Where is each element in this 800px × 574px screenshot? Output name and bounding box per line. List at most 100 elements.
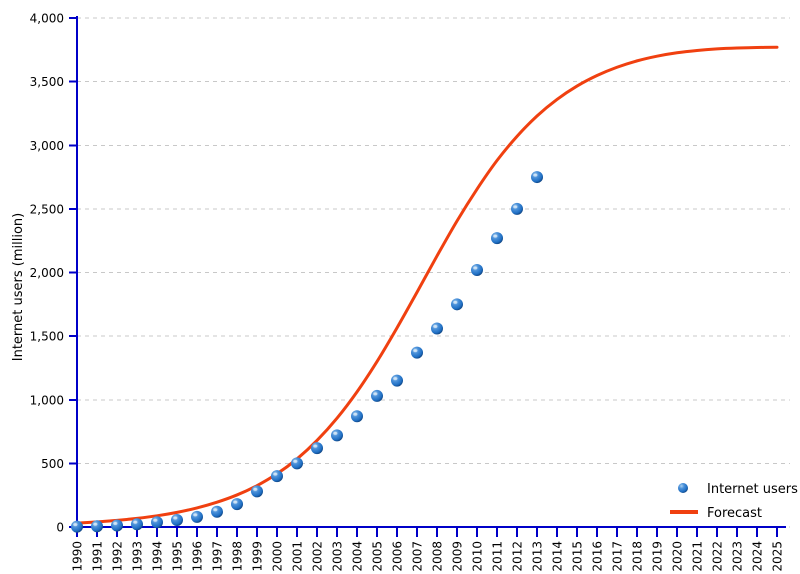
x-axis-ticks xyxy=(76,527,778,537)
data-point-highlight xyxy=(273,472,278,476)
data-point-highlight xyxy=(73,523,78,527)
x-tick-label: 2021 xyxy=(691,541,705,572)
data-point-highlight xyxy=(173,516,178,520)
x-tick-label: 2013 xyxy=(531,541,545,572)
data-point-marker xyxy=(491,232,503,245)
y-tick-label: 500 xyxy=(41,457,64,471)
x-tick-label: 2000 xyxy=(271,541,285,572)
x-tick-label: 2014 xyxy=(551,541,565,572)
data-point-marker xyxy=(311,442,323,455)
data-point-marker xyxy=(111,519,123,532)
data-point-highlight xyxy=(293,459,298,463)
x-tick-label: 2010 xyxy=(471,541,485,572)
x-tick-label: 2004 xyxy=(351,541,365,572)
gridlines xyxy=(77,17,790,528)
data-point-marker xyxy=(431,322,443,335)
x-tick-label: 1996 xyxy=(191,541,205,572)
legend-label-internet-users: Internet users xyxy=(707,482,798,497)
data-point-highlight xyxy=(513,205,518,209)
data-point-highlight xyxy=(473,266,478,270)
data-point-highlight xyxy=(353,412,358,416)
x-tick-label: 2022 xyxy=(711,541,725,572)
y-tick-label: 4,000 xyxy=(30,12,64,26)
y-tick-label: 1,000 xyxy=(30,393,64,407)
legend-marker-internet-users xyxy=(678,483,688,493)
x-tick-label: 2019 xyxy=(651,541,665,572)
data-point-marker xyxy=(251,485,263,498)
y-axis-tick-labels: 0 500 1,000 1,500 2,000 2,500 3,000 3,500 4,000 xyxy=(30,12,64,535)
data-point-highlight xyxy=(313,444,318,448)
data-point-highlight xyxy=(93,522,98,526)
x-tick-label: 2007 xyxy=(411,541,425,572)
y-tick-label: 2,000 xyxy=(30,266,64,280)
x-tick-label: 1990 xyxy=(71,541,85,572)
data-point-marker xyxy=(191,510,203,523)
x-tick-label: 2009 xyxy=(451,541,465,572)
x-tick-label: 1993 xyxy=(131,541,145,572)
data-point-marker xyxy=(271,470,283,483)
chart-canvas: 05001,0001,5002,0002,5003,0003,5004,000 … xyxy=(11,12,798,572)
chart-legend: Internet users Forecast xyxy=(670,482,798,521)
x-tick-label: 1998 xyxy=(231,541,245,572)
x-tick-label: 1995 xyxy=(171,541,185,572)
data-point-highlight xyxy=(493,234,498,238)
data-point-marker xyxy=(231,498,243,511)
x-tick-label: 2006 xyxy=(391,541,405,572)
data-point-highlight xyxy=(433,324,438,328)
x-tick-label: 2018 xyxy=(631,541,645,572)
x-tick-label: 2015 xyxy=(571,541,585,572)
data-point-highlight xyxy=(213,508,218,512)
x-tick-label: 2016 xyxy=(591,541,605,572)
data-point-marker xyxy=(211,505,223,518)
y-tick-label: 3,000 xyxy=(30,139,64,153)
internet-users-series-markers xyxy=(71,171,543,533)
data-point-highlight xyxy=(113,521,118,525)
data-point-marker xyxy=(131,518,143,531)
data-point-marker xyxy=(451,298,463,311)
data-point-marker xyxy=(151,516,163,529)
x-axis-tick-labels: 1990 1991 1992 1993 1994 1995 1996 1997 1998 1999… xyxy=(71,541,785,572)
x-tick-label: 2024 xyxy=(751,541,765,572)
data-point-marker xyxy=(471,263,483,276)
x-tick-label: 2012 xyxy=(511,541,525,572)
x-tick-label: 2008 xyxy=(431,541,445,572)
data-point-highlight xyxy=(413,349,418,353)
data-point-marker xyxy=(291,457,303,470)
x-tick-label: 1994 xyxy=(151,541,165,572)
y-axis-title: Internet users (million) xyxy=(11,213,26,361)
data-point-marker xyxy=(91,520,103,533)
y-tick-label: 2,500 xyxy=(30,202,64,216)
x-tick-label: 2017 xyxy=(611,541,625,572)
forecast-series-line xyxy=(75,45,779,525)
data-point-marker xyxy=(531,171,543,184)
x-tick-label: 1997 xyxy=(211,541,225,572)
data-point-highlight xyxy=(453,300,458,304)
y-tick-label: 0 xyxy=(56,521,64,535)
data-point-highlight xyxy=(193,513,198,517)
data-point-marker xyxy=(511,202,523,215)
x-tick-label: 2011 xyxy=(491,541,505,572)
x-tick-label: 1992 xyxy=(111,541,125,572)
legend-label-forecast: Forecast xyxy=(707,506,762,521)
x-tick-label: 2001 xyxy=(291,541,305,572)
data-point-marker xyxy=(371,389,383,402)
data-point-highlight xyxy=(393,377,398,381)
data-point-highlight xyxy=(233,500,238,504)
data-point-marker xyxy=(171,514,183,527)
x-tick-label: 1991 xyxy=(91,541,105,572)
x-tick-label: 2003 xyxy=(331,541,345,572)
y-axis-ticks xyxy=(69,17,77,528)
data-point-highlight xyxy=(133,520,138,524)
y-tick-label: 1,500 xyxy=(30,330,64,344)
y-tick-label: 3,500 xyxy=(30,75,64,89)
internet-users-chart: 0 500 1,000 1,500 2,000 2,500 3,000 3,500 4,000 … xyxy=(0,0,800,574)
data-point-highlight xyxy=(253,487,258,491)
x-tick-label: 1999 xyxy=(251,541,265,572)
x-tick-label: 2020 xyxy=(671,541,685,572)
data-point-highlight xyxy=(153,518,158,522)
x-tick-label: 2002 xyxy=(311,541,325,572)
x-tick-label: 2025 xyxy=(771,541,785,572)
data-point-marker xyxy=(71,520,83,533)
data-point-marker xyxy=(331,429,343,442)
data-point-marker xyxy=(351,410,363,423)
